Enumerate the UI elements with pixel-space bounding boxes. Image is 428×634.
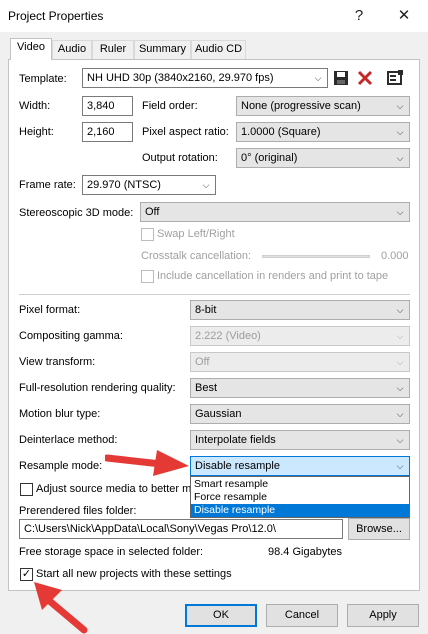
crosstalk-slider[interactable] bbox=[262, 255, 370, 258]
stereo-value: Off bbox=[145, 206, 160, 218]
view-transform-value: Off bbox=[195, 356, 210, 368]
resample-label: Resample mode: bbox=[19, 460, 103, 472]
compositing-gamma-select[interactable]: 2.222 (Video) ⌵ bbox=[190, 326, 410, 346]
chevron-down-icon: ⌵ bbox=[314, 73, 322, 83]
include-cancel-label: Include cancellation in renders and prin… bbox=[157, 270, 389, 282]
tab-summary[interactable]: Summary bbox=[134, 40, 191, 59]
storage-value: 98.4 Gigabytes bbox=[268, 546, 342, 558]
swap-checkbox[interactable] bbox=[141, 228, 154, 241]
view-transform-label: View transform: bbox=[19, 356, 96, 368]
output-rotation-label: Output rotation: bbox=[142, 152, 218, 164]
prerendered-label: Prerendered files folder: bbox=[19, 505, 137, 517]
output-rotation-value: 0° (original) bbox=[241, 152, 298, 164]
resample-option-disable[interactable]: Disable resample bbox=[191, 504, 409, 517]
window-title: Project Properties bbox=[8, 9, 104, 23]
pixel-format-label: Pixel format: bbox=[19, 304, 81, 316]
adjust-media-checkbox[interactable] bbox=[20, 483, 33, 496]
output-rotation-select[interactable]: 0° (original) ⌵ bbox=[236, 148, 410, 168]
delete-icon[interactable] bbox=[356, 69, 374, 87]
chevron-down-icon: ⌵ bbox=[396, 357, 404, 367]
compositing-gamma-label: Compositing gamma: bbox=[19, 330, 123, 342]
motion-blur-value: Gaussian bbox=[195, 408, 242, 420]
template-settings-icon[interactable] bbox=[386, 69, 404, 87]
chevron-down-icon: ⌵ bbox=[396, 101, 404, 111]
stereo-select[interactable]: Off ⌵ bbox=[140, 202, 410, 222]
pixel-format-value: 8-bit bbox=[195, 304, 217, 316]
render-quality-select[interactable]: Best ⌵ bbox=[190, 378, 410, 398]
divider bbox=[19, 294, 410, 295]
chevron-down-icon: ⌵ bbox=[396, 207, 404, 217]
close-button[interactable]: ✕ bbox=[390, 4, 418, 28]
chevron-down-icon: ⌵ bbox=[396, 461, 404, 471]
crosstalk-label: Crosstalk cancellation: bbox=[141, 250, 252, 262]
chevron-down-icon: ⌵ bbox=[396, 383, 404, 393]
template-select[interactable]: NH UHD 30p (3840x2160, 29.970 fps) ⌵ bbox=[82, 68, 328, 88]
pixel-aspect-select[interactable]: 1.0000 (Square) ⌵ bbox=[236, 122, 410, 142]
ok-button[interactable]: OK bbox=[185, 604, 257, 627]
template-value: NH UHD 30p (3840x2160, 29.970 fps) bbox=[87, 72, 274, 84]
tab-video[interactable]: Video bbox=[10, 38, 52, 60]
view-transform-select[interactable]: Off ⌵ bbox=[190, 352, 410, 372]
resample-select[interactable]: Disable resample ⌵ bbox=[190, 456, 410, 476]
template-label: Template: bbox=[19, 73, 67, 85]
deinterlace-value: Interpolate fields bbox=[195, 434, 276, 446]
field-order-select[interactable]: None (progressive scan) ⌵ bbox=[236, 96, 410, 116]
compositing-gamma-value: 2.222 (Video) bbox=[195, 330, 261, 342]
save-icon[interactable] bbox=[332, 69, 350, 87]
motion-blur-label: Motion blur type: bbox=[19, 408, 101, 420]
prerendered-path-input[interactable]: C:\Users\Nick\AppData\Local\Sony\Vegas P… bbox=[19, 519, 343, 539]
pixel-aspect-value: 1.0000 (Square) bbox=[241, 126, 321, 138]
crosstalk-value: 0.000 bbox=[381, 250, 409, 262]
deinterlace-select[interactable]: Interpolate fields ⌵ bbox=[190, 430, 410, 450]
width-label: Width: bbox=[19, 100, 51, 112]
red-arrow-annotation bbox=[105, 450, 189, 476]
frame-rate-label: Frame rate: bbox=[19, 179, 76, 191]
resample-option-smart[interactable]: Smart resample bbox=[191, 478, 409, 491]
resample-value: Disable resample bbox=[195, 460, 280, 472]
frame-rate-value: 29.970 (NTSC) bbox=[87, 179, 161, 191]
render-quality-label: Full-resolution rendering quality: bbox=[19, 382, 176, 394]
red-arrow-annotation bbox=[34, 582, 88, 634]
pixel-format-select[interactable]: 8-bit ⌵ bbox=[190, 300, 410, 320]
resample-dropdown-list: Smart resample Force resample Disable re… bbox=[190, 476, 410, 518]
chevron-down-icon: ⌵ bbox=[396, 153, 404, 163]
chevron-down-icon: ⌵ bbox=[396, 331, 404, 341]
chevron-down-icon: ⌵ bbox=[396, 127, 404, 137]
field-order-label: Field order: bbox=[142, 100, 198, 112]
chevron-down-icon: ⌵ bbox=[396, 435, 404, 445]
storage-label: Free storage space in selected folder: bbox=[19, 546, 204, 558]
include-cancel-checkbox[interactable] bbox=[141, 270, 154, 283]
pixel-aspect-label: Pixel aspect ratio: bbox=[142, 126, 229, 138]
browse-button[interactable]: Browse... bbox=[348, 518, 410, 540]
stereo-label: Stereoscopic 3D mode: bbox=[19, 207, 134, 219]
tab-ruler[interactable]: Ruler bbox=[92, 40, 134, 59]
deinterlace-label: Deinterlace method: bbox=[19, 434, 118, 446]
frame-rate-select[interactable]: 29.970 (NTSC) ⌵ bbox=[82, 175, 216, 195]
field-order-value: None (progressive scan) bbox=[241, 100, 361, 112]
swap-label: Swap Left/Right bbox=[157, 228, 235, 240]
chevron-down-icon: ⌵ bbox=[396, 409, 404, 419]
chevron-down-icon: ⌵ bbox=[202, 180, 210, 190]
apply-button[interactable]: Apply bbox=[347, 604, 419, 627]
help-button[interactable]: ? bbox=[345, 4, 373, 28]
motion-blur-select[interactable]: Gaussian ⌵ bbox=[190, 404, 410, 424]
tab-audio-cd[interactable]: Audio CD bbox=[191, 40, 246, 59]
width-input[interactable]: 3,840 bbox=[82, 96, 133, 116]
tab-audio[interactable]: Audio bbox=[52, 40, 92, 59]
height-label: Height: bbox=[19, 126, 54, 138]
height-input[interactable]: 2,160 bbox=[82, 122, 133, 142]
chevron-down-icon: ⌵ bbox=[396, 305, 404, 315]
cancel-button[interactable]: Cancel bbox=[266, 604, 338, 627]
resample-option-force[interactable]: Force resample bbox=[191, 491, 409, 504]
adjust-media-label: Adjust source media to better ma bbox=[36, 483, 198, 495]
render-quality-value: Best bbox=[195, 382, 218, 394]
